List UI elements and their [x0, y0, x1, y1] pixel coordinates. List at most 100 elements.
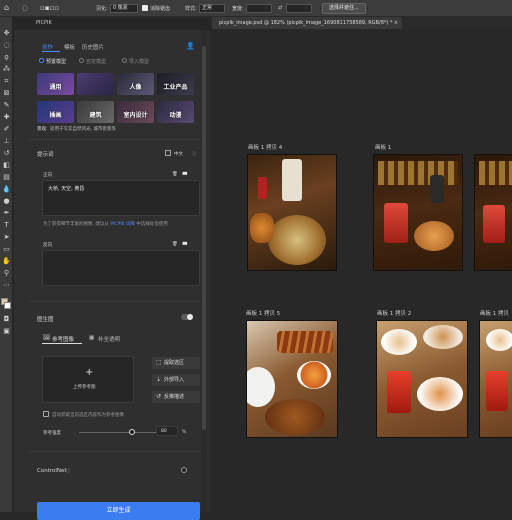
category-illustration[interactable]: 插画: [37, 101, 74, 123]
info-icon[interactable]: ⓘ: [192, 151, 197, 157]
marquee-tool-icon[interactable]: ◌: [22, 4, 28, 12]
document-tab[interactable]: picpik_image.psd @ 182% (picpik_image_16…: [212, 17, 402, 29]
auto-fill-checkbox[interactable]: [43, 411, 49, 417]
eyedropper-icon[interactable]: ✎: [2, 101, 11, 110]
home-icon[interactable]: ⌂: [4, 3, 9, 12]
swap-icon[interactable]: ⇄: [278, 5, 282, 11]
food-plate: [265, 399, 325, 435]
extract-icon: ⬚: [156, 359, 162, 366]
brush-tool-icon[interactable]: ✐: [2, 125, 11, 134]
upload-label: 上传参考图: [73, 385, 96, 390]
pen-tool-icon[interactable]: ✒: [2, 209, 11, 218]
ref-strength-slider-thumb[interactable]: [129, 429, 135, 435]
history-brush-icon[interactable]: ↺: [2, 149, 11, 158]
selection-mode-icons[interactable]: ▫▪▫▫: [40, 4, 59, 12]
ref-strength-track: [79, 432, 157, 433]
style-select[interactable]: 正常: [199, 4, 225, 13]
marquee-tool-icon[interactable]: ◌: [2, 41, 11, 50]
controlnet-toggle[interactable]: [181, 467, 187, 473]
gradient-tool-icon[interactable]: ▤: [2, 173, 11, 182]
artboard-copy[interactable]: [479, 320, 512, 438]
category-general[interactable]: 通用: [37, 73, 74, 95]
chinese-checkbox[interactable]: [165, 150, 171, 156]
blur-tool-icon[interactable]: 💧: [2, 185, 11, 194]
artboard-partial[interactable]: [474, 154, 512, 271]
stamp-tool-icon[interactable]: ⊥: [2, 137, 11, 146]
tab-templates[interactable]: 模板: [64, 43, 75, 51]
tab-fill-transparent[interactable]: 补全透明: [98, 335, 120, 343]
positive-delete-icon[interactable]: 🗑: [172, 172, 178, 177]
mode-preset-radio[interactable]: [39, 58, 44, 63]
mode-import-radio[interactable]: [122, 58, 127, 63]
generate-button[interactable]: 立即生成: [37, 502, 200, 520]
hand-tool-icon[interactable]: ✋: [2, 257, 11, 266]
image-to-image-toggle[interactable]: [181, 314, 193, 320]
antialias-checkbox[interactable]: [142, 5, 148, 11]
reverse-prompt-button[interactable]: ↺ 反推描述: [152, 391, 200, 403]
artboard-copy-2[interactable]: [376, 320, 468, 438]
category-portrait[interactable]: 人像: [117, 73, 154, 95]
healing-brush-icon[interactable]: ✚: [2, 113, 11, 122]
mode-custom-radio[interactable]: [79, 58, 84, 63]
tab-history[interactable]: 历史图片: [82, 43, 104, 51]
quick-select-icon[interactable]: ⁂: [2, 65, 11, 74]
move-tool-icon[interactable]: ✥: [2, 29, 11, 38]
background-color-swatch[interactable]: [4, 302, 11, 309]
artboard-copy-4[interactable]: [247, 154, 337, 271]
tab-reference-image[interactable]: 参考图像: [52, 335, 74, 343]
width-input[interactable]: [246, 4, 272, 13]
artboard-label: 画板 1 拷贝 2: [377, 311, 412, 317]
category-architecture[interactable]: 建筑: [77, 101, 114, 123]
quick-mask-icon[interactable]: ◘: [2, 315, 11, 324]
type-tool-icon[interactable]: T: [2, 221, 11, 230]
upload-reference-dropzone[interactable]: + 上传参考图: [42, 356, 134, 403]
reverse-icon: ↺: [156, 393, 162, 400]
external-import-button[interactable]: ⇣ 外部导入: [152, 374, 200, 386]
grid-icon: ▦: [89, 335, 95, 341]
artboard-label: 画板 1 拷贝 4: [248, 145, 283, 151]
panel-scrollbar[interactable]: [201, 30, 207, 512]
frame-tool-icon[interactable]: ⊠: [2, 89, 11, 98]
zoom-tool-icon[interactable]: ⚲: [2, 269, 11, 278]
lasso-tool-icon[interactable]: ϙ: [2, 53, 11, 62]
screen-mode-icon[interactable]: ▣: [2, 327, 11, 336]
category-tile-2[interactable]: [77, 73, 114, 95]
artboard-1[interactable]: [373, 154, 463, 271]
canvas[interactable]: 画板 1 拷贝 4 画板 1 画板 1 拷贝 5 画板 1 拷贝 2 画板 1 …: [210, 29, 512, 512]
tab-create[interactable]: 创作: [42, 43, 53, 51]
crop-tool-icon[interactable]: ⌗: [2, 77, 11, 86]
negative-prompt-input[interactable]: [42, 250, 200, 286]
positive-prompt-input[interactable]: 大桥, 天空, 黄昏: [42, 180, 200, 216]
dodge-tool-icon[interactable]: ●: [2, 197, 11, 206]
skewer-plate: [277, 331, 333, 353]
artboard-label: 画板 1 拷贝: [480, 311, 509, 317]
negative-library-icon[interactable]: 📖: [182, 242, 188, 247]
picpik-library-link[interactable]: PICPIK 词库: [110, 222, 135, 227]
panel-title: PICPIK: [36, 20, 52, 26]
controlnet-info-icon[interactable]: ⓘ: [66, 468, 71, 474]
ref-strength-input[interactable]: 80: [156, 426, 178, 436]
artboard-copy-5[interactable]: [246, 320, 338, 438]
eraser-tool-icon[interactable]: ◧: [2, 161, 11, 170]
style-label: 样式:: [185, 6, 197, 12]
divider: [29, 139, 205, 140]
user-icon[interactable]: 👤: [186, 42, 195, 50]
scrollbar-thumb[interactable]: [202, 46, 206, 430]
auto-fill-text: 自动获取当前选区内容作为参考图像: [52, 413, 124, 418]
category-anime[interactable]: 动漫: [157, 101, 194, 123]
path-select-icon[interactable]: ➤: [2, 233, 11, 242]
negative-delete-icon[interactable]: 🗑: [172, 242, 178, 247]
mode-preset-label: 预置模型: [46, 59, 67, 65]
height-input[interactable]: [286, 4, 312, 13]
bottle-shelf: [378, 161, 458, 185]
category-industrial[interactable]: 工业产品: [157, 73, 194, 95]
positive-library-icon[interactable]: 📖: [182, 172, 188, 177]
category-interior[interactable]: 室内设计: [117, 101, 154, 123]
extract-selection-button[interactable]: ⬚ 提取选区: [152, 357, 200, 369]
feather-input[interactable]: 0 像素: [110, 4, 138, 13]
rectangle-tool-icon[interactable]: ▭: [2, 245, 11, 254]
more-tools-icon[interactable]: ⋯: [2, 281, 11, 290]
feather-label: 羽化:: [96, 6, 108, 12]
close-icon[interactable]: ×: [394, 17, 398, 29]
select-and-mask-button[interactable]: 选择并遮住...: [322, 3, 366, 14]
